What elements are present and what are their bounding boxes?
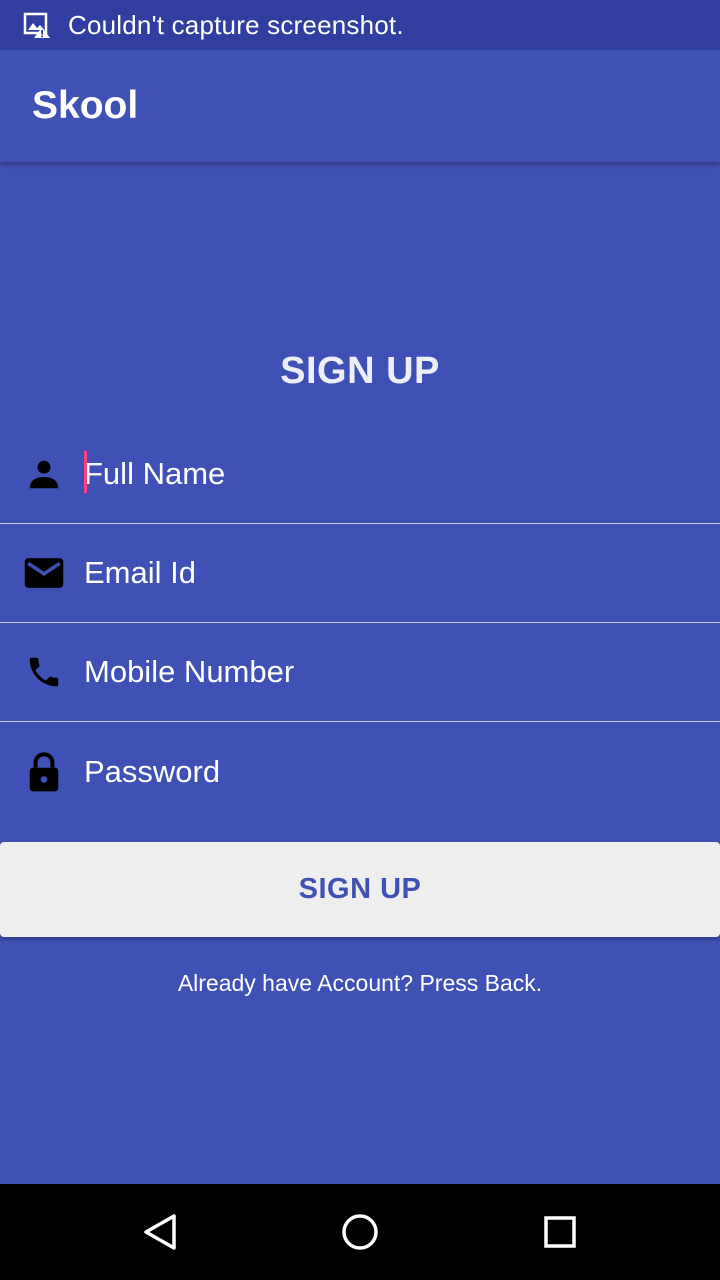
recents-square-icon[interactable] [536,1208,584,1256]
full-name-input[interactable] [84,425,694,523]
full-name-field[interactable] [0,425,720,524]
form-heading: SIGN UP [280,350,440,392]
home-circle-icon[interactable] [336,1208,384,1256]
person-icon [22,452,66,496]
mobile-number-input[interactable] [84,623,694,721]
back-triangle-icon[interactable] [136,1208,184,1256]
email-field[interactable] [0,524,720,623]
signup-form: SIGN UP Full Name Email Id Mobile Number… [0,162,720,1184]
password-input[interactable] [84,722,694,821]
app-bar: Skool [0,50,720,162]
text-cursor [84,451,87,493]
status-message: Couldn't capture screenshot. [68,9,404,40]
lock-icon [22,750,66,794]
app-title: Skool [32,84,139,127]
status-bar: Couldn't capture screenshot. [0,0,720,50]
email-input[interactable] [84,524,694,622]
screenshot-error-icon [23,11,51,39]
phone-icon [22,650,66,694]
navigation-bar [0,1184,720,1280]
email-icon [22,551,66,595]
mobile-number-field[interactable] [0,623,720,722]
password-field[interactable] [0,722,720,821]
back-hint-text: Already have Account? Press Back. [177,970,543,996]
signup-button[interactable]: SIGN UP [0,842,720,937]
